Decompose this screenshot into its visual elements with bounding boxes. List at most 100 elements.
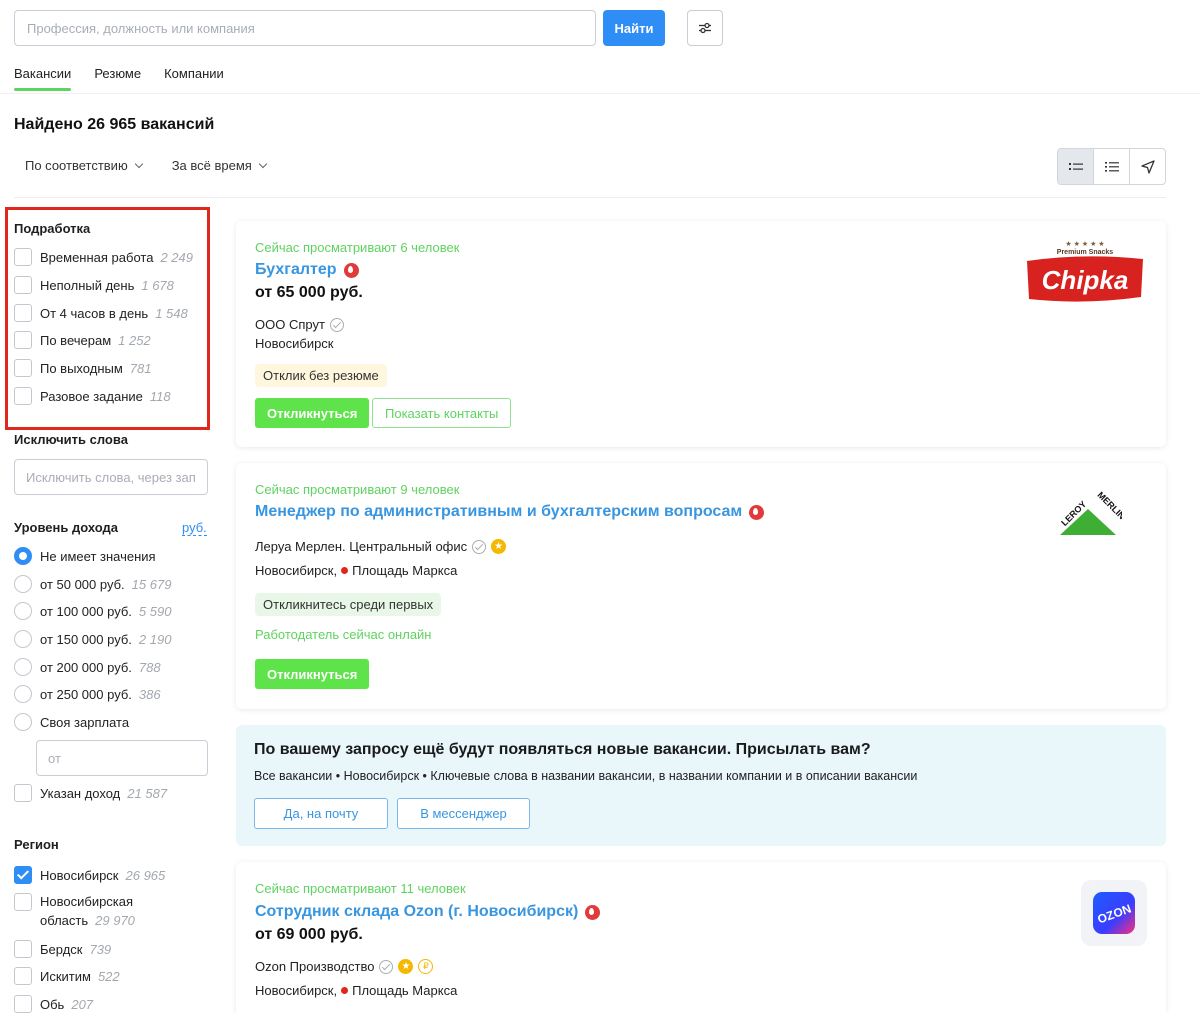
- view-detailed-button[interactable]: [1058, 149, 1094, 184]
- metro-icon: [341, 567, 349, 574]
- option-label: Новосибирская: [40, 894, 134, 909]
- company-logo[interactable]: OZON: [1081, 880, 1147, 946]
- currency-link[interactable]: руб.: [182, 520, 207, 536]
- checkbox[interactable]: [14, 304, 32, 322]
- checkbox[interactable]: [14, 248, 32, 266]
- radio[interactable]: [14, 575, 32, 593]
- option-count: 21 587: [127, 785, 168, 801]
- company-label: ООО Спрут: [255, 317, 325, 332]
- parttime-option[interactable]: Неполный день 1 678: [14, 276, 174, 294]
- tab-companies[interactable]: Компании: [164, 66, 224, 91]
- verified-icon: [379, 959, 394, 974]
- option-count: 386: [138, 686, 161, 702]
- radio[interactable]: [14, 602, 32, 620]
- checkbox[interactable]: [14, 893, 32, 911]
- navigation-arrow-icon: [1140, 159, 1155, 174]
- view-compact-button[interactable]: [1094, 149, 1130, 184]
- option-count: 1 548: [155, 305, 188, 321]
- checkbox[interactable]: [14, 331, 32, 349]
- parttime-option[interactable]: От 4 часов в день 1 548: [14, 304, 188, 322]
- region-option[interactable]: Новосибирская область 29 970: [14, 893, 135, 930]
- option-label: По выходным: [40, 360, 123, 376]
- subscribe-messenger-button[interactable]: В мессенджер: [397, 798, 530, 829]
- view-map-button[interactable]: [1130, 149, 1165, 184]
- vacancy-card: Сейчас просматривают 6 человек Бухгалтер…: [236, 221, 1166, 447]
- sort-period-dropdown[interactable]: За всё время: [171, 158, 268, 173]
- sort-relevance-dropdown[interactable]: По соответствию: [25, 158, 143, 173]
- search-input[interactable]: [14, 10, 596, 46]
- income-option[interactable]: от 50 000 руб. 15 679: [14, 575, 171, 593]
- checkbox[interactable]: [14, 940, 32, 958]
- checkbox[interactable]: [14, 276, 32, 294]
- parttime-option[interactable]: По вечерам 1 252: [14, 331, 151, 349]
- checkbox[interactable]: [14, 784, 32, 802]
- vacancy-salary: от 65 000 руб.: [255, 284, 363, 301]
- option-count: 15 679: [131, 576, 172, 592]
- income-option[interactable]: от 200 000 руб. 788: [14, 658, 161, 676]
- apply-button[interactable]: Откликнуться: [255, 398, 370, 428]
- sort-period-label: За всё время: [171, 158, 252, 173]
- search-tabs: Вакансии Резюме Компании: [14, 66, 247, 91]
- option-count: 29 970: [95, 913, 135, 928]
- fire-icon: [749, 504, 765, 520]
- option-label: Своя зарплата: [40, 714, 130, 730]
- checkbox[interactable]: [14, 387, 32, 405]
- income-option[interactable]: от 100 000 руб. 5 590: [14, 602, 171, 620]
- income-option[interactable]: от 150 000 руб. 2 190: [14, 630, 171, 648]
- custom-salary-input[interactable]: [36, 740, 208, 776]
- radio[interactable]: [14, 658, 32, 676]
- radio[interactable]: [14, 630, 32, 648]
- region-option[interactable]: Обь 207: [14, 995, 93, 1013]
- parttime-option[interactable]: Разовое задание 118: [14, 387, 171, 405]
- vacancy-card: Сейчас просматривают 9 человек Менеджер …: [236, 463, 1166, 709]
- tab-resume[interactable]: Резюме: [94, 66, 141, 91]
- region-option[interactable]: Бердск 739: [14, 940, 111, 958]
- view-switch: [1057, 148, 1166, 185]
- company-label: Ozon Производство: [255, 959, 375, 974]
- company-logo[interactable]: LEROY MERLIN: [1054, 490, 1127, 541]
- vacancy-title-link[interactable]: Бухгалтер: [255, 261, 359, 279]
- income-option[interactable]: от 250 000 руб. 386: [14, 685, 161, 703]
- option-label: от 250 000 руб.: [40, 686, 132, 702]
- option-label: область: [40, 913, 89, 928]
- region-option[interactable]: Новосибирск 26 965: [14, 866, 165, 884]
- exclude-words-input[interactable]: [14, 459, 208, 495]
- verified-icon: [329, 317, 344, 332]
- filters-button[interactable]: [687, 10, 723, 46]
- apply-button[interactable]: Откликнуться: [255, 659, 370, 689]
- company-name[interactable]: Леруа Мерлен. Центральный офис ★: [255, 539, 507, 554]
- region-option[interactable]: Искитим 522: [14, 967, 120, 985]
- option-count: 26 965: [125, 867, 166, 883]
- checkbox[interactable]: [14, 359, 32, 377]
- verified-icon: [472, 539, 487, 554]
- company-logo[interactable]: ★ ★ ★ ★ ★ Premium Snacks Chipka: [1023, 239, 1147, 309]
- checkbox[interactable]: [14, 967, 32, 985]
- income-option[interactable]: Своя зарплата: [14, 713, 129, 731]
- income-option[interactable]: Не имеет значения: [14, 547, 156, 565]
- chevron-down-icon: [258, 159, 268, 168]
- find-button[interactable]: Найти: [603, 10, 665, 46]
- parttime-option[interactable]: Временная работа 2 249: [14, 248, 193, 266]
- tab-vacancies[interactable]: Вакансии: [14, 66, 72, 91]
- company-name[interactable]: Ozon Производство ★ ₽: [255, 959, 434, 974]
- vacancy-title-link[interactable]: Сотрудник склада Ozon (г. Новосибирск): [255, 903, 601, 921]
- metro-icon: [341, 987, 349, 994]
- show-contacts-button[interactable]: Показать контакты: [372, 398, 512, 428]
- logo-text-b: MERLIN: [1096, 491, 1122, 521]
- leroy-merlin-logo-image: LEROY MERLIN: [1059, 490, 1127, 535]
- no-resume-badge: Отклик без резюме: [255, 364, 387, 387]
- vacancy-card: Сейчас просматривают 11 человек Сотрудни…: [236, 862, 1166, 1013]
- parttime-option[interactable]: По выходным 781: [14, 359, 151, 377]
- vacancy-title: Бухгалтер: [255, 261, 337, 278]
- subscribe-email-button[interactable]: Да, на почту: [254, 798, 388, 829]
- checkbox[interactable]: [14, 866, 32, 884]
- company-name[interactable]: ООО Спрут: [255, 317, 344, 332]
- radio[interactable]: [14, 685, 32, 703]
- radio[interactable]: [14, 713, 32, 731]
- income-specified-option[interactable]: Указан доход 21 587: [14, 784, 167, 802]
- radio[interactable]: [14, 547, 32, 565]
- region-title: Регион: [14, 837, 59, 852]
- checkbox[interactable]: [14, 995, 32, 1013]
- vacancy-title-link[interactable]: Менеджер по административным и бухгалтер…: [255, 503, 765, 521]
- vacancy-title: Менеджер по административным и бухгалтер…: [255, 503, 743, 520]
